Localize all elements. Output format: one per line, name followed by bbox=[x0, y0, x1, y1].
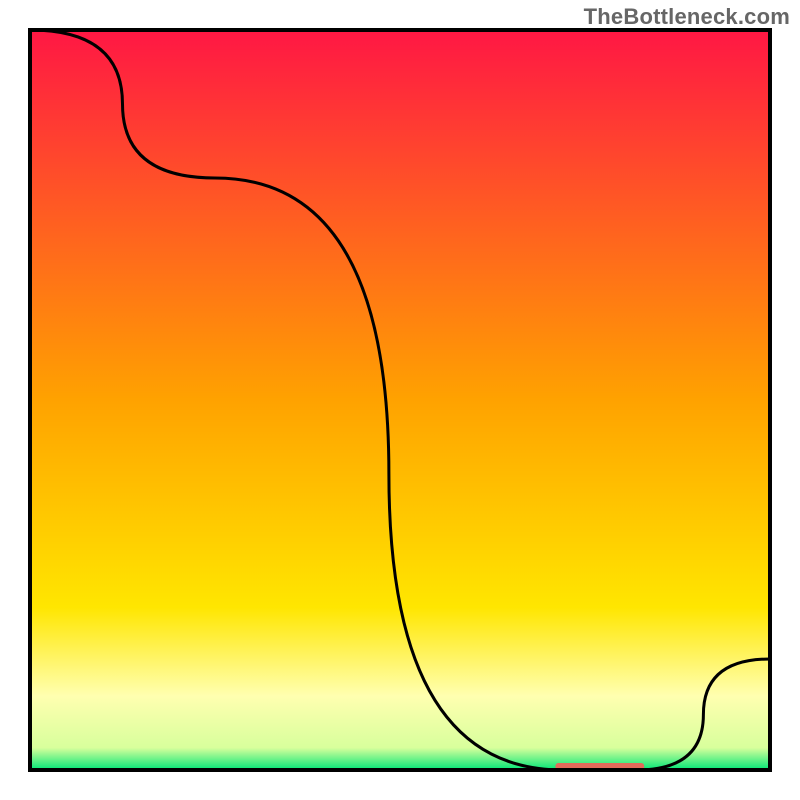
bottleneck-chart bbox=[0, 0, 800, 800]
chart-container: TheBottleneck.com bbox=[0, 0, 800, 800]
